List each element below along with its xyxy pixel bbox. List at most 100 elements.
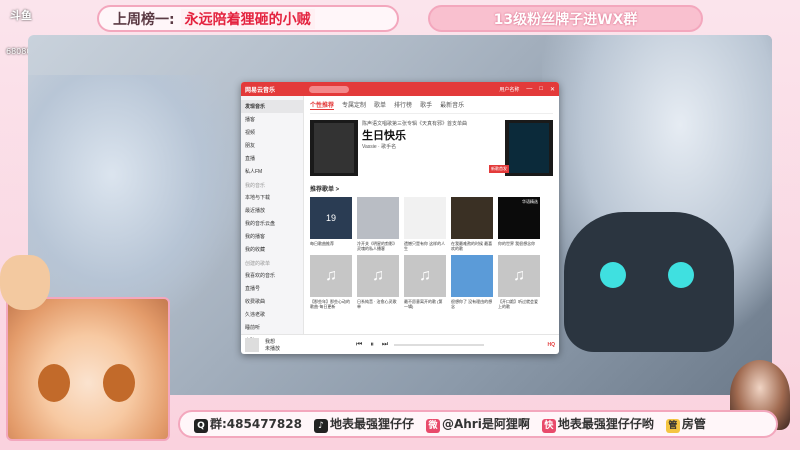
playlist-card[interactable]: ♫ 日系纯音 · 治愈心灵歌单 <box>357 255 399 309</box>
kuaishou-icon: 快 <box>541 419 556 433</box>
kuaishou-account: 快地表最强狸仔仔哟 <box>541 415 654 433</box>
sidebar-item-recent[interactable]: 最近播放 <box>241 204 303 217</box>
player-controls: ⏮ ⏸ ⏭ <box>356 341 388 349</box>
tab-playlists[interactable]: 歌单 <box>374 100 386 110</box>
banner-side-image <box>509 123 549 173</box>
tab-recommend[interactable]: 个性推荐 <box>310 100 335 110</box>
music-note-icon: ♫ <box>419 267 431 284</box>
cat-pillow <box>564 212 734 352</box>
playlist-cover: ♫ <box>404 255 446 297</box>
now-playing-artist: 未播放 <box>265 346 281 352</box>
playlist-grid: 19 每日歌曲推荐 冷开关《明星的剪影》灵魂的私人播客 遗憾只是有你 这样的人生 … <box>310 197 553 309</box>
playlist-card[interactable]: 遗憾只是有你 这样的人生 <box>404 197 446 251</box>
playlist-card[interactable]: ♫ 【开口跪】听过就会爱上的歌 <box>498 255 540 309</box>
douyin-icon: ♪ <box>313 419 328 433</box>
playlist-caption: 每日歌曲推荐 <box>310 241 334 246</box>
app-brand: 网易云音乐 <box>245 87 276 94</box>
banner-header: 陈声语文唱歌第三张专辑《天真有邪》首支单曲 <box>362 121 468 127</box>
playlist-card[interactable]: ♫ 【那些年】那些心动的歌曲·每日更新 <box>310 255 352 309</box>
now-playing-title: 我想 <box>265 339 276 345</box>
section-title[interactable]: 推荐歌单 > <box>310 184 553 193</box>
cat-eye <box>600 262 626 288</box>
music-note-icon: ♫ <box>372 267 384 284</box>
top-fan-banner: 上周榜一: 永远陪着狸砸的小贼 <box>97 5 399 32</box>
sidebar-item-live[interactable]: 直播 <box>241 152 303 165</box>
douyin-account: ♪ 地表最强狸仔仔 <box>313 415 414 433</box>
playlist-card[interactable]: 19 每日歌曲推荐 <box>310 197 352 251</box>
app-titlebar: 网易云音乐 用户名称 — □ ✕ <box>241 82 559 96</box>
sidebar-item-friends[interactable]: 朋友 <box>241 139 303 152</box>
playlist-cover <box>404 197 446 239</box>
sidebar-item-podcast[interactable]: 播客 <box>241 113 303 126</box>
minimize-button[interactable]: — <box>526 86 532 92</box>
tab-custom[interactable]: 专属定制 <box>342 100 366 110</box>
playlist-card[interactable]: 很想你了 没有理由的想念 <box>451 255 493 309</box>
vtuber-avatar <box>6 297 170 441</box>
search-input[interactable] <box>309 85 350 93</box>
platform-logo: 斗鱼 <box>10 9 32 22</box>
avatar-eye <box>103 364 135 402</box>
playlist-caption: 【那些年】那些心动的歌曲·每日更新 <box>310 299 350 309</box>
sidebar-item-video[interactable]: 视频 <box>241 126 303 139</box>
next-icon[interactable]: ⏭ <box>382 341 388 349</box>
sidebar-item-playlist[interactable]: 直播号 <box>241 282 303 295</box>
app-sidebar: 发现音乐 播客 视频 朋友 直播 私人FM 我的音乐 本地与下载 最近播放 我的… <box>241 96 304 344</box>
sidebar-item-cloud[interactable]: 我的音乐云盘 <box>241 217 303 230</box>
playlist-cover: ♫ <box>498 255 540 297</box>
sidebar-item-liked[interactable]: 我喜欢的音乐 <box>241 269 303 282</box>
sidebar-section-mine: 我的音乐 <box>245 183 266 189</box>
banner-tag: 新歌首发 <box>489 165 509 173</box>
playlist-caption: 你的世界 我很想念你 <box>498 241 536 246</box>
app-main: 个性推荐 专属定制 歌单 排行榜 歌手 最新音乐 陈声语文唱歌第三张专辑《天真有… <box>304 96 559 334</box>
fan-group-banner: 13级粉丝牌子进WX群 <box>428 5 703 32</box>
play-icon[interactable]: ⏸ <box>370 341 374 349</box>
qq-icon: Q <box>194 419 208 433</box>
tab-bar: 个性推荐 专属定制 歌单 排行榜 歌手 最新音乐 <box>310 100 553 114</box>
sidebar-item-collection[interactable]: 我的收藏 <box>241 243 303 256</box>
progress-bar[interactable] <box>394 344 485 346</box>
sidebar-section-created: 创建的歌单 <box>245 261 271 267</box>
playlist-caption: 冷开关《明星的剪影》灵魂的私人播客 <box>357 241 397 251</box>
top-fan-name: 永远陪着狸砸的小贼 <box>180 8 315 29</box>
banner-side-image <box>314 123 354 173</box>
playlist-cover <box>451 255 493 297</box>
tab-charts[interactable]: 排行榜 <box>394 100 412 110</box>
tab-artists[interactable]: 歌手 <box>420 100 432 110</box>
user-name[interactable]: 用户名称 <box>499 86 519 93</box>
playlist-card[interactable]: 冷开关《明星的剪影》灵魂的私人播客 <box>357 197 399 251</box>
music-note-icon: ♫ <box>325 267 337 284</box>
maximize-button[interactable]: □ <box>539 86 543 92</box>
weibo-icon: 微 <box>425 419 440 433</box>
sidebar-item-local[interactable]: 本地与下载 <box>241 191 303 204</box>
prev-icon[interactable]: ⏮ <box>356 341 362 349</box>
music-note-icon: ♫ <box>513 267 525 284</box>
playlist-cover: ♫ <box>357 255 399 297</box>
quality-badge[interactable]: HQ <box>548 342 556 348</box>
sidebar-item-playlist[interactable]: 久违老歌 <box>241 308 303 321</box>
playlist-cover <box>357 197 399 239</box>
avatar-eye <box>38 364 70 402</box>
playlist-card[interactable]: 在我最难熬的时候 最喜欢的歌 <box>451 197 493 251</box>
tab-new[interactable]: 最新音乐 <box>440 100 464 110</box>
playlist-card[interactable]: 华语精选你的世界 我很想念你 <box>498 197 540 251</box>
top-label: 上周榜一: <box>113 11 175 28</box>
cat-eye <box>668 262 694 288</box>
sidebar-item-fm[interactable]: 私人FM <box>241 165 303 178</box>
promo-banner[interactable]: 陈声语文唱歌第三张专辑《天真有邪》首支单曲 生日快乐 Vassie · 歌手名 … <box>310 118 553 178</box>
now-playing-cover[interactable] <box>245 338 259 352</box>
close-button[interactable]: ✕ <box>550 86 555 93</box>
playlist-card[interactable]: ♫ 最不愿意离开的歌 (第一辑) <box>404 255 446 309</box>
playlist-caption: 最不愿意离开的歌 (第一辑) <box>404 299 443 309</box>
playlist-cover: ♫ <box>310 255 352 297</box>
music-app-window[interactable]: 网易云音乐 用户名称 — □ ✕ 发现音乐 播客 视频 朋友 直播 私人FM 我… <box>241 82 559 354</box>
social-bar: Q 群:485477828 ♪ 地表最强狸仔仔 微 @Ahri是阿狸啊 快地表最强狸仔… <box>178 410 778 438</box>
sidebar-item-playlist[interactable]: 睡前听 <box>241 321 303 334</box>
sidebar-item-playlist[interactable]: 收费歌曲 <box>241 295 303 308</box>
playlist-caption: 遗憾只是有你 这样的人生 <box>404 241 446 251</box>
sidebar-item-discover[interactable]: 发现音乐 <box>241 100 303 113</box>
playlist-cover: 华语精选 <box>498 197 540 239</box>
banner-artist: Vassie · 歌手名 <box>362 144 397 150</box>
banner-title: 生日快乐 <box>362 130 406 142</box>
manager-icon: 管 <box>665 419 680 433</box>
sidebar-item-my-podcast[interactable]: 我的播客 <box>241 230 303 243</box>
